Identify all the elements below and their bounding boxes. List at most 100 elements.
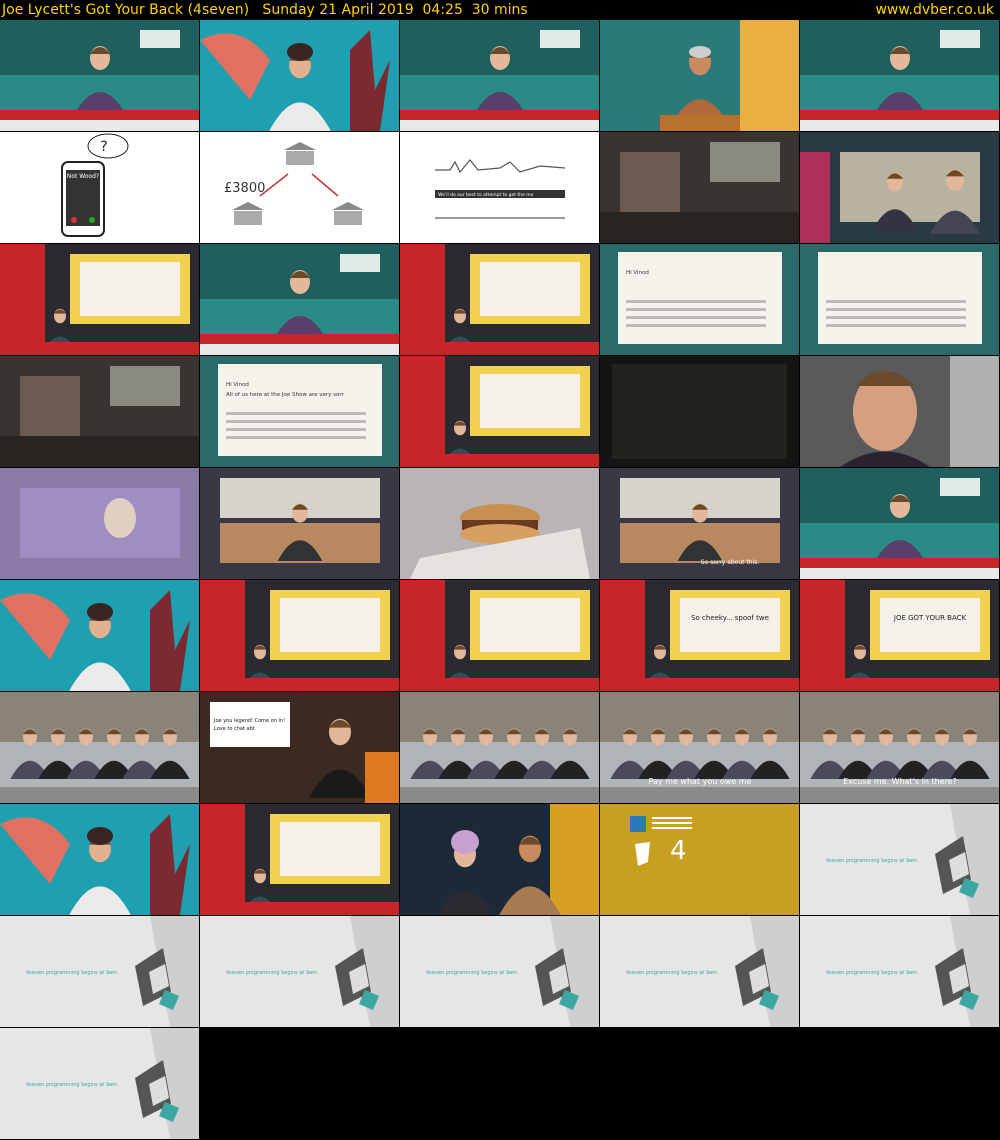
- thumbnail-frame[interactable]: [400, 580, 599, 691]
- thumbnail-frame[interactable]: We'll do our best to attempt to get the …: [400, 132, 599, 243]
- thumbnail-frame[interactable]: 4: [600, 804, 799, 915]
- thumbnail-frame[interactable]: [800, 132, 999, 243]
- thumbnail-frame[interactable]: [200, 468, 399, 579]
- presenter-icon: [800, 20, 999, 131]
- presenter-icon: [400, 20, 599, 131]
- 4seven-logo-icon: 4seven programming begins at 9am: [600, 916, 799, 1027]
- thumbnail-frame[interactable]: Joe you legend! Come on in! Love to chat …: [200, 692, 399, 803]
- 4seven-logo-icon: 4seven programming begins at 9am: [800, 804, 999, 915]
- guest-woman-icon: [0, 804, 199, 915]
- shop-icon: [200, 468, 399, 579]
- thumbnail-frame[interactable]: [800, 20, 999, 131]
- 4seven-logo-icon: 4seven programming begins at 9am: [0, 1028, 199, 1139]
- svg-text:Joe you legend! Come on in!: Joe you legend! Come on in!: [213, 718, 285, 724]
- thumbnail-frame[interactable]: [0, 692, 199, 803]
- svg-text:4seven programming begins at 9: 4seven programming begins at 9am: [26, 1082, 117, 1088]
- channel4-logo-icon: 4: [600, 804, 799, 915]
- header-bar: Joe Lycett's Got Your Back (4seven) Sund…: [0, 0, 1000, 20]
- thumbnail-frame[interactable]: 4seven programming begins at 9am: [400, 916, 599, 1027]
- thumbnail-frame[interactable]: 4seven programming begins at 9am: [200, 916, 399, 1027]
- svg-text:4seven programming begins at 9: 4seven programming begins at 9am: [626, 970, 717, 976]
- svg-text:Pay me what you owe me: Pay me what you owe me: [649, 777, 752, 786]
- svg-text:Love to chat abt: Love to chat abt: [214, 726, 255, 732]
- shop-icon: So sorry about this.: [600, 468, 799, 579]
- blurred-scene-icon: [600, 132, 799, 243]
- svg-text:Excuse me. What's in there?: Excuse me. What's in there?: [843, 777, 957, 786]
- site-url[interactable]: www.dvber.co.uk: [875, 0, 994, 20]
- thumbnail-frame[interactable]: [200, 244, 399, 355]
- thumbnail-frame[interactable]: [0, 468, 199, 579]
- thumbnail-frame[interactable]: [400, 244, 599, 355]
- svg-text:So cheeky... spoof twe: So cheeky... spoof twe: [691, 614, 769, 622]
- thumbnail-frame[interactable]: [200, 580, 399, 691]
- svg-text:4seven programming begins at 9: 4seven programming begins at 9am: [26, 970, 117, 976]
- svg-text:£3800: £3800: [224, 181, 265, 196]
- thumbnail-frame[interactable]: So cheeky... spoof twe: [600, 580, 799, 691]
- thumbnail-frame[interactable]: [200, 20, 399, 131]
- thumbnail-frame[interactable]: [400, 468, 599, 579]
- svg-text:Hi Vinod: Hi Vinod: [626, 270, 649, 276]
- thumbnail-frame[interactable]: [600, 20, 799, 131]
- crowd-icon: Excuse me. What's in there?: [800, 692, 999, 803]
- thumbnail-frame[interactable]: Excuse me. What's in there?: [800, 692, 999, 803]
- svg-text:4seven programming begins at 9: 4seven programming begins at 9am: [826, 970, 917, 976]
- thumbnail-frame[interactable]: [800, 468, 999, 579]
- thumbnail-frame[interactable]: [600, 356, 799, 467]
- 4seven-logo-icon: 4seven programming begins at 9am: [0, 916, 199, 1027]
- dark-frame-icon: [600, 356, 799, 467]
- svg-text:4seven programming begins at 9: 4seven programming begins at 9am: [826, 858, 917, 864]
- phone-icon: ? Not Wood?: [0, 132, 199, 243]
- screen-icon: [200, 580, 399, 691]
- thumbnail-frame[interactable]: 4seven programming begins at 9am: [0, 916, 199, 1027]
- screen-icon: So cheeky... spoof twe: [600, 580, 799, 691]
- svg-text:?: ?: [100, 139, 107, 155]
- thumbnail-frame[interactable]: 4seven programming begins at 9am: [600, 916, 799, 1027]
- purple-scene-icon: [0, 468, 199, 579]
- thumbnail-frame[interactable]: [400, 20, 599, 131]
- thumbnail-frame[interactable]: So sorry about this.: [600, 468, 799, 579]
- thumbnail-frame[interactable]: [800, 244, 999, 355]
- thumbnail-frame[interactable]: Pay me what you owe me: [600, 692, 799, 803]
- screen-icon: JOE GOT YOUR BACK: [800, 580, 999, 691]
- thumbnail-frame[interactable]: JOE GOT YOUR BACK: [800, 580, 999, 691]
- thumbnail-frame[interactable]: [0, 356, 199, 467]
- guest-man-icon: [600, 20, 799, 131]
- presenter-icon: [0, 20, 199, 131]
- 4seven-logo-icon: 4seven programming begins at 9am: [400, 916, 599, 1027]
- svg-text:So sorry about this.: So sorry about this.: [701, 559, 760, 566]
- thumbnail-frame[interactable]: 4seven programming begins at 9am: [800, 804, 999, 915]
- thumbnail-frame[interactable]: [800, 356, 999, 467]
- letter-icon: Hi Vinod: [600, 244, 799, 355]
- thumbnail-frame[interactable]: [400, 356, 599, 467]
- svg-text:We'll do our best to attempt t: We'll do our best to attempt to get the …: [438, 192, 534, 198]
- thumbnail-frame[interactable]: [0, 804, 199, 915]
- crowd-icon: Pay me what you owe me: [600, 692, 799, 803]
- screen-icon: [400, 244, 599, 355]
- thumbnail-frame[interactable]: [0, 580, 199, 691]
- svg-text:4seven programming begins at 9: 4seven programming begins at 9am: [426, 970, 517, 976]
- presenter-icon: [800, 468, 999, 579]
- audience-icon: [400, 804, 599, 915]
- thumbnail-frame[interactable]: ? Not Wood?: [0, 132, 199, 243]
- thumbnail-frame[interactable]: [0, 244, 199, 355]
- thumbnail-frame[interactable]: [600, 132, 799, 243]
- thumbnail-frame[interactable]: [400, 804, 599, 915]
- thumbnail-frame[interactable]: £3800: [200, 132, 399, 243]
- thumbnail-frame[interactable]: [200, 804, 399, 915]
- crowd-icon: [400, 692, 599, 803]
- svg-text:4: 4: [670, 836, 687, 866]
- screen-icon: [400, 580, 599, 691]
- thumbnail-frame[interactable]: 4seven programming begins at 9am: [0, 1028, 199, 1139]
- bank-icon: £3800: [200, 132, 399, 243]
- tweet-icon: Joe you legend! Come on in! Love to chat …: [200, 692, 399, 803]
- thumbnail-frame[interactable]: [400, 692, 599, 803]
- waveform-icon: We'll do our best to attempt to get the …: [400, 132, 599, 243]
- thumbnail-frame[interactable]: Hi Vinod All of us here at the Joe Show a…: [200, 356, 399, 467]
- food-icon: [0, 356, 199, 467]
- svg-text:Hi Vinod: Hi Vinod: [226, 382, 249, 388]
- crowd-icon: [0, 692, 199, 803]
- guest-woman-icon: [0, 580, 199, 691]
- thumbnail-frame[interactable]: [0, 20, 199, 131]
- thumbnail-frame[interactable]: Hi Vinod: [600, 244, 799, 355]
- thumbnail-frame[interactable]: 4seven programming begins at 9am: [800, 916, 999, 1027]
